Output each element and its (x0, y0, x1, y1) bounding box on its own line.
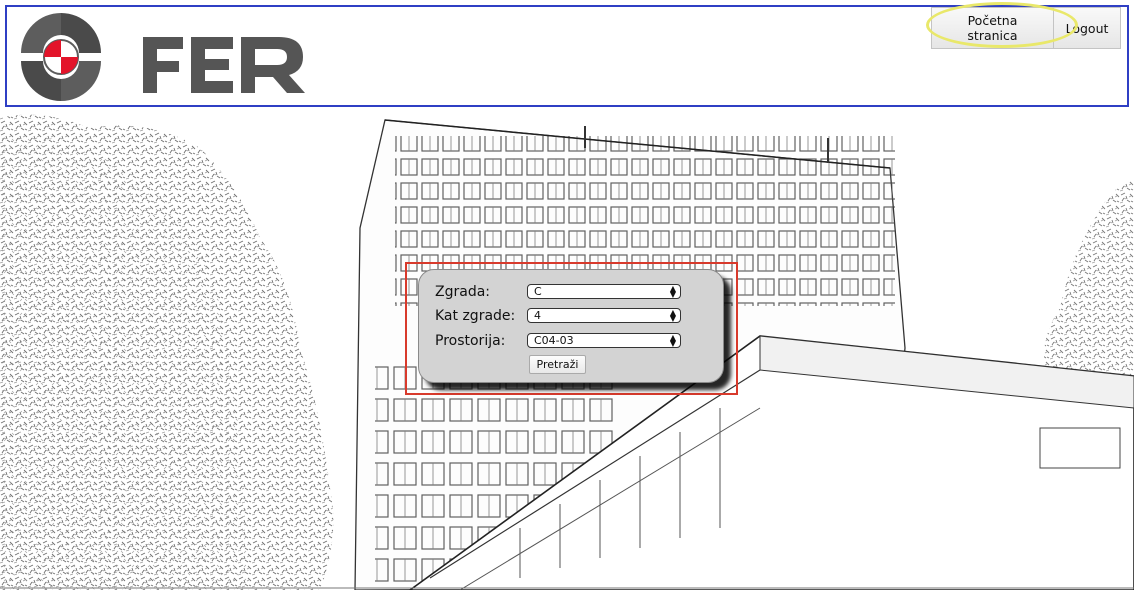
fer-logo[interactable] (15, 9, 315, 105)
room-label: Prostorija: (435, 333, 506, 349)
select-arrows-icon: ▲ ▼ (669, 284, 677, 299)
floor-select[interactable]: 4 ▲ ▼ (527, 308, 681, 323)
room-select[interactable]: C04-03 ▲ ▼ (527, 333, 681, 348)
header-bar: Početna stranica Logout (5, 5, 1129, 107)
building-select-value: C (534, 285, 542, 298)
page: Početna stranica Logout Zgrada: C ▲ ▼ Kat… (0, 0, 1134, 590)
room-select-value: C04-03 (534, 334, 574, 347)
room-row: Prostorija: C04-03 ▲ ▼ (435, 331, 685, 351)
building-row: Zgrada: C ▲ ▼ (435, 282, 685, 302)
home-button[interactable]: Početna stranica (931, 7, 1054, 49)
logout-button[interactable]: Logout (1054, 7, 1121, 49)
floor-label: Kat zgrade: (435, 308, 516, 324)
search-button[interactable]: Pretraži (529, 355, 586, 374)
building-label: Zgrada: (435, 284, 490, 300)
header-nav: Početna stranica Logout (931, 7, 1121, 49)
building-select[interactable]: C ▲ ▼ (527, 284, 681, 299)
select-arrows-icon: ▲ ▼ (669, 333, 677, 348)
select-arrows-icon: ▲ ▼ (669, 308, 677, 323)
room-search-panel: Zgrada: C ▲ ▼ Kat zgrade: 4 ▲ ▼ Prostorija… (418, 269, 724, 383)
floor-select-value: 4 (534, 309, 541, 322)
floor-row: Kat zgrade: 4 ▲ ▼ (435, 306, 685, 326)
fer-logo-icon (21, 13, 305, 101)
